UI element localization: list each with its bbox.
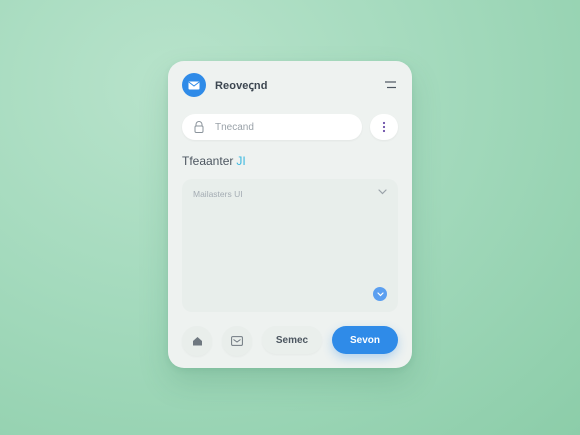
app-title: Reoveꞔnd [215, 80, 268, 92]
chevron-down-icon [376, 291, 384, 296]
hamburger-icon [384, 81, 396, 89]
panel-header: Mailasters UI [193, 189, 243, 199]
content-panel: Mailasters UI [182, 179, 398, 312]
chevron-down-icon[interactable] [378, 189, 387, 195]
home-icon [192, 337, 202, 346]
more-options-button[interactable] [370, 114, 398, 140]
more-vertical-icon [382, 121, 386, 133]
section-title: Tfeaanter JI [182, 154, 246, 168]
expand-button[interactable] [373, 287, 387, 301]
primary-button[interactable]: Sevon [332, 326, 398, 354]
secondary-button[interactable]: Semec [262, 326, 322, 354]
search-bar [182, 114, 362, 140]
menu-button[interactable] [382, 77, 398, 93]
section-title-text: Tfeaanter [182, 154, 234, 168]
inbox-button[interactable] [222, 326, 252, 356]
bottom-bar: Semec Sevon [182, 326, 398, 356]
app-card: Reoveꞔnd TfeaanterJI Mailasters UI [168, 61, 412, 368]
lock-icon [194, 121, 204, 133]
inbox-icon [231, 336, 243, 346]
section-title-accent: JI [236, 154, 246, 168]
home-button[interactable] [182, 326, 212, 356]
app-header: Reoveꞔnd [182, 73, 398, 97]
mail-icon[interactable] [182, 73, 206, 97]
search-input[interactable] [215, 119, 350, 135]
